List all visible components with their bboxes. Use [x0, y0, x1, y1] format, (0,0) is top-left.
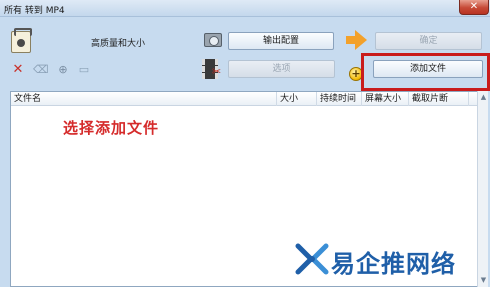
- scissors-icon: ✂: [212, 65, 222, 78]
- window-title: 所有 转到 MP4: [4, 6, 65, 16]
- play-icon[interactable]: ⊕: [56, 63, 70, 77]
- confirm-button[interactable]: 确定: [375, 32, 482, 50]
- converter-window: 所有 转到 MP4 ✕ 高质量和大小 输出配置 确定 ✕ ⌫ ⊕ ▭ ✂ 选项 …: [0, 0, 490, 287]
- title-bar: 所有 转到 MP4 ✕: [0, 0, 490, 17]
- delete-icon[interactable]: ✕: [11, 63, 25, 77]
- output-config-button[interactable]: 输出配置: [228, 32, 334, 50]
- add-file-highlight: [361, 53, 490, 91]
- column-header-filename[interactable]: 文件名: [11, 92, 277, 106]
- watermark-text: 易企推网络: [331, 249, 456, 278]
- scroll-up-icon[interactable]: ▲: [479, 93, 488, 102]
- quality-label: 高质量和大小: [91, 39, 146, 49]
- arrow-right-icon: [346, 30, 368, 50]
- close-button[interactable]: ✕: [459, 0, 489, 15]
- vertical-scrollbar[interactable]: ▲ ▼: [477, 91, 488, 287]
- column-header-size[interactable]: 大小: [277, 92, 317, 106]
- view-icon[interactable]: ▭: [77, 63, 91, 77]
- hint-annotation: 选择添加文件: [63, 119, 160, 137]
- clear-icon[interactable]: ⌫: [33, 63, 49, 77]
- column-header-clip[interactable]: 截取片断: [409, 92, 469, 106]
- watermark-logo-icon: [295, 243, 329, 275]
- column-header-duration[interactable]: 持续时间: [317, 92, 362, 106]
- output-settings-icon: [204, 33, 222, 47]
- column-header-screen-size[interactable]: 屏幕大小: [362, 92, 409, 106]
- options-button[interactable]: 选项: [228, 60, 335, 78]
- scroll-down-icon[interactable]: ▼: [479, 276, 488, 285]
- quality-profile-icon[interactable]: [11, 28, 32, 53]
- table-header: 文件名 大小 持续时间 屏幕大小 截取片断: [11, 92, 487, 106]
